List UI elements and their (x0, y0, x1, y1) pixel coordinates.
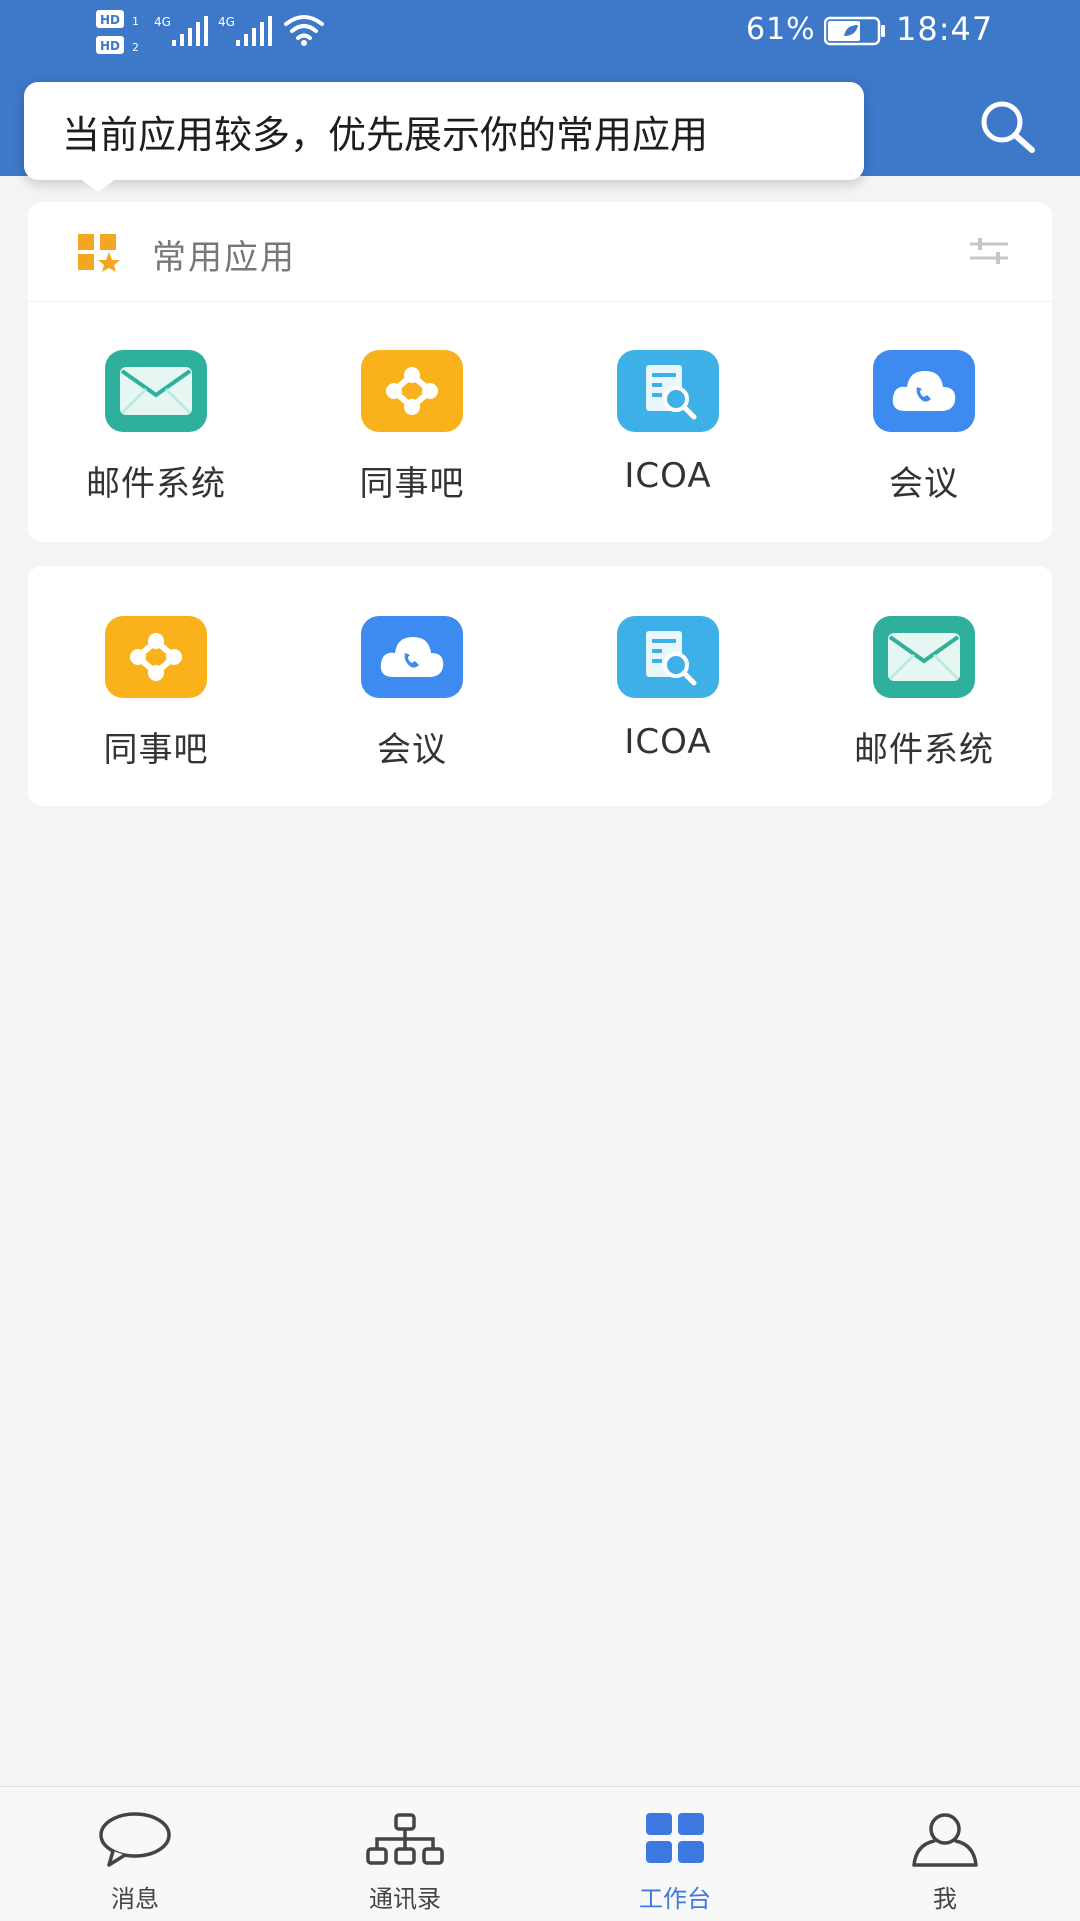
tab-messages[interactable]: 消息 (0, 1787, 270, 1921)
app-label: 同事吧 (359, 464, 465, 504)
search-icon[interactable] (976, 96, 1038, 158)
app-meeting[interactable]: 会议 (284, 616, 540, 771)
app-label: 邮件系统 (86, 464, 226, 504)
all-apps-card: 同事吧 会议 ICOA 邮件系统 (28, 566, 1052, 806)
svg-text:2: 2 (132, 41, 139, 54)
status-bar: HD 1 HD 2 4G 4G 61% 18:47 (0, 0, 1080, 64)
tab-contacts[interactable]: 通讯录 (270, 1787, 540, 1921)
battery-icon (824, 16, 885, 46)
app-mail[interactable]: 邮件系统 (28, 350, 284, 505)
network-icon (361, 350, 463, 432)
clock: 18:47 (896, 10, 994, 48)
sim-indicator-icon: HD 1 HD 2 (96, 10, 139, 54)
app-label: 会议 (889, 464, 959, 504)
chat-bubble-icon (99, 1812, 171, 1867)
favorite-grid-icon (78, 234, 120, 272)
tab-me[interactable]: 我 (810, 1787, 1080, 1921)
app-label: ICOA (624, 456, 712, 496)
tab-label: 消息 (111, 1885, 159, 1913)
tab-label: 我 (933, 1885, 957, 1913)
network-type-label: 4G (154, 15, 171, 29)
app-mail[interactable]: 邮件系统 (796, 616, 1052, 771)
network-icon (105, 616, 207, 698)
battery-percent: 61% (746, 12, 816, 47)
app-label: 同事吧 (103, 730, 209, 770)
favorite-apps-header: 常用应用 (28, 202, 1052, 302)
tab-label: 工作台 (639, 1885, 711, 1913)
section-title: 常用应用 (152, 238, 296, 278)
workspace-grid-icon (646, 1813, 704, 1863)
mail-icon (105, 350, 207, 432)
sliders-settings-icon[interactable] (968, 234, 1010, 270)
app-meeting[interactable]: 会议 (796, 350, 1052, 505)
signal-strength-icon: 4G (154, 15, 208, 46)
app-colleague-bar[interactable]: 同事吧 (284, 350, 540, 505)
cloud-phone-icon (361, 616, 463, 698)
wifi-icon (284, 15, 324, 46)
svg-text:1: 1 (132, 15, 139, 28)
mail-icon (873, 616, 975, 698)
document-search-icon (617, 350, 719, 432)
app-label: 邮件系统 (854, 730, 994, 770)
app-colleague-bar[interactable]: 同事吧 (28, 616, 284, 771)
network-type-label: 4G (218, 15, 235, 29)
app-label: 会议 (377, 730, 447, 770)
all-apps-row: 同事吧 会议 ICOA 邮件系统 (28, 616, 1052, 771)
svg-text:HD: HD (100, 39, 120, 53)
bottom-tab-bar: 消息 通讯录 工作台 我 (0, 1786, 1080, 1920)
document-search-icon (617, 616, 719, 698)
hint-tooltip[interactable]: 当前应用较多，优先展示你的常用应用 (24, 82, 864, 180)
tab-workspace[interactable]: 工作台 (540, 1787, 810, 1921)
person-icon (912, 1813, 978, 1867)
org-chart-icon (366, 1813, 444, 1865)
app-icoa[interactable]: ICOA (540, 350, 796, 505)
app-label: ICOA (624, 722, 712, 762)
tab-label: 通讯录 (369, 1885, 441, 1913)
signal-strength-icon: 4G (218, 15, 272, 46)
favorite-apps-card: 常用应用 邮件系统 同事吧 ICOA 会议 (28, 202, 1052, 542)
app-icoa[interactable]: ICOA (540, 616, 796, 771)
tooltip-arrow (76, 176, 120, 192)
svg-text:HD: HD (100, 13, 120, 27)
cloud-phone-icon (873, 350, 975, 432)
favorite-apps-row: 邮件系统 同事吧 ICOA 会议 (28, 350, 1052, 505)
